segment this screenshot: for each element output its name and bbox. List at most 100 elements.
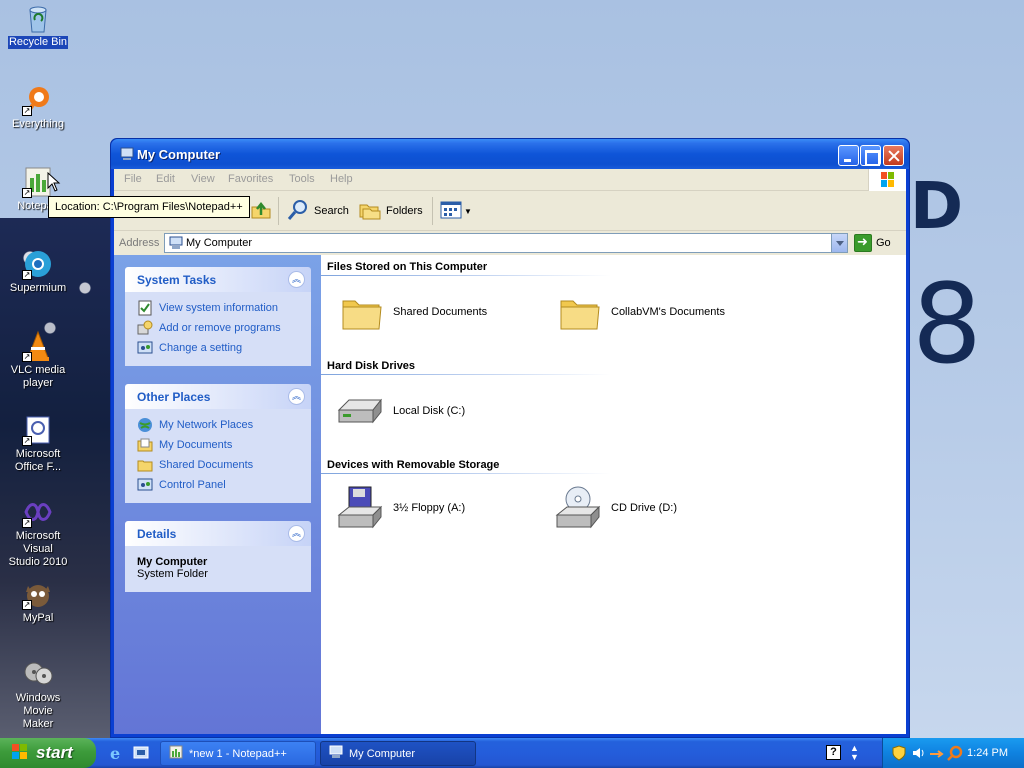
- folder-icon: [557, 289, 603, 335]
- link-shared-documents[interactable]: Shared Documents: [137, 455, 299, 475]
- location-tooltip: Location: C:\Program Files\Notepad++: [48, 196, 250, 218]
- link-change-a-setting[interactable]: Change a setting: [137, 338, 299, 358]
- window-titlebar[interactable]: My Computer: [111, 139, 909, 169]
- desktop-icon-visual-studio[interactable]: ↗ Microsoft Visual Studio 2010: [0, 496, 76, 569]
- desktop-icon-vlc[interactable]: ↗ VLC media player: [0, 330, 76, 390]
- item-collabvm-documents[interactable]: CollabVM's Documents: [557, 289, 725, 335]
- taskbar-button-my-computer[interactable]: My Computer: [320, 741, 476, 766]
- group-header-files-stored: Files Stored on This Computer: [327, 261, 488, 273]
- menu-edit[interactable]: Edit: [156, 173, 175, 185]
- item-label: Shared Documents: [393, 306, 488, 318]
- item-shared-documents[interactable]: Shared Documents: [339, 289, 487, 335]
- menu-bar: File Edit View Favorites Tools Help: [114, 169, 906, 191]
- vlc-icon: ↗: [22, 330, 54, 362]
- link-my-network-places[interactable]: My Network Places: [137, 415, 299, 435]
- link-view-system-information[interactable]: View system information: [137, 298, 299, 318]
- maximize-button[interactable]: [860, 145, 881, 166]
- security-shield-icon[interactable]: [891, 745, 907, 761]
- network-icon[interactable]: [929, 745, 945, 761]
- item-label: CD Drive (D:): [611, 502, 677, 514]
- clock[interactable]: 1:24 PM: [967, 747, 1008, 759]
- collapse-icon[interactable]: ︽: [288, 388, 305, 405]
- views-icon: [440, 200, 462, 223]
- control-panel-icon: [137, 477, 153, 493]
- link-add-remove-programs[interactable]: Add or remove programs: [137, 318, 299, 338]
- movie-maker-icon: [22, 658, 54, 690]
- tray-expand-icon[interactable]: ▲ ▼: [850, 744, 862, 762]
- collapse-icon[interactable]: ︽: [288, 271, 305, 288]
- up-folder-icon: [250, 199, 272, 224]
- address-input[interactable]: My Computer: [164, 233, 848, 253]
- everything-tray-icon[interactable]: [947, 745, 963, 761]
- address-label: Address: [119, 237, 160, 249]
- mouse-cursor-icon: [47, 171, 61, 192]
- close-button[interactable]: [883, 145, 904, 166]
- up-folder-button[interactable]: [250, 199, 272, 223]
- item-cd-drive-d[interactable]: CD Drive (D:): [553, 485, 677, 531]
- group-divider: [321, 275, 611, 276]
- everything-icon: ↗: [22, 84, 54, 116]
- address-value: My Computer: [186, 237, 253, 249]
- menu-favorites[interactable]: Favorites: [228, 173, 273, 185]
- shortcut-arrow-icon: ↗: [22, 600, 32, 610]
- system-tasks-panel: System Tasks ︽ View system information A…: [125, 267, 311, 366]
- go-arrow-icon: [854, 234, 872, 252]
- control-panel-icon: [137, 340, 153, 356]
- go-button[interactable]: Go: [854, 233, 891, 253]
- item-floppy-a[interactable]: 3½ Floppy (A:): [335, 485, 465, 531]
- chevron-down-icon: ▼: [464, 206, 472, 216]
- system-tasks-title: System Tasks: [137, 273, 217, 287]
- go-label: Go: [876, 237, 891, 249]
- folders-icon: [358, 199, 382, 224]
- menu-file[interactable]: File: [124, 173, 142, 185]
- window-body: File Edit View Favorites Tools Help Sear…: [114, 169, 906, 734]
- system-tasks-body: View system information Add or remove pr…: [125, 292, 311, 366]
- taskbar-button-notepadpp[interactable]: *new 1 - Notepad++: [160, 741, 316, 766]
- item-label: Local Disk (C:): [393, 405, 466, 417]
- task-pane: System Tasks ︽ View system information A…: [114, 255, 321, 734]
- folders-label: Folders: [386, 205, 423, 217]
- volume-icon[interactable]: [911, 745, 927, 761]
- other-places-header[interactable]: Other Places ︽: [125, 384, 311, 409]
- desktop-icon-office[interactable]: ↗ Microsoft Office F...: [0, 414, 76, 474]
- content-pane: Files Stored on This Computer Shared Doc…: [321, 255, 906, 734]
- menu-tools[interactable]: Tools: [289, 173, 315, 185]
- search-label: Search: [314, 205, 349, 217]
- internet-explorer-icon[interactable]: e: [108, 744, 126, 763]
- floppy-drive-icon: [335, 485, 385, 531]
- desktop-icon-recycle-bin[interactable]: Recycle Bin: [0, 2, 76, 49]
- add-remove-programs-icon: [137, 320, 153, 336]
- desktop-icon-supermium[interactable]: ↗ Supermium: [0, 248, 76, 295]
- link-control-panel[interactable]: Control Panel: [137, 475, 299, 495]
- help-icon[interactable]: ?: [826, 745, 841, 760]
- svg-text:e: e: [110, 744, 120, 762]
- collapse-icon[interactable]: ︽: [288, 525, 305, 542]
- folders-button[interactable]: Folders: [358, 199, 423, 223]
- address-bar: Address My Computer Go: [114, 231, 906, 255]
- details-header[interactable]: Details ︽: [125, 521, 311, 546]
- shared-documents-icon: [137, 457, 153, 473]
- desktop-icon-everything[interactable]: ↗ Everything: [0, 84, 76, 131]
- system-info-icon: [137, 300, 153, 316]
- details-title: Details: [137, 527, 177, 541]
- shortcut-arrow-icon: ↗: [22, 270, 32, 280]
- desktop-wallpaper-letters: D 8: [910, 170, 982, 388]
- show-desktop-icon[interactable]: [132, 744, 150, 762]
- address-dropdown-button[interactable]: [831, 234, 847, 252]
- desktop-icon-mypal[interactable]: ↗ MyPal: [0, 578, 76, 625]
- views-button[interactable]: ▼: [440, 199, 472, 223]
- my-computer-icon: [329, 745, 343, 762]
- system-tasks-header[interactable]: System Tasks ︽: [125, 267, 311, 292]
- my-documents-icon: [137, 437, 153, 453]
- desktop-icon-movie-maker[interactable]: Windows Movie Maker: [0, 658, 76, 731]
- menu-help[interactable]: Help: [330, 173, 353, 185]
- system-tray: 1:24 PM: [882, 738, 1024, 768]
- minimize-button[interactable]: [838, 145, 859, 166]
- group-divider: [321, 374, 611, 375]
- menu-view[interactable]: View: [191, 173, 215, 185]
- item-local-disk-c[interactable]: Local Disk (C:): [335, 388, 465, 434]
- start-button[interactable]: start: [0, 738, 96, 768]
- link-my-documents[interactable]: My Documents: [137, 435, 299, 455]
- search-button[interactable]: Search: [286, 199, 349, 223]
- details-body: My Computer System Folder: [125, 546, 311, 592]
